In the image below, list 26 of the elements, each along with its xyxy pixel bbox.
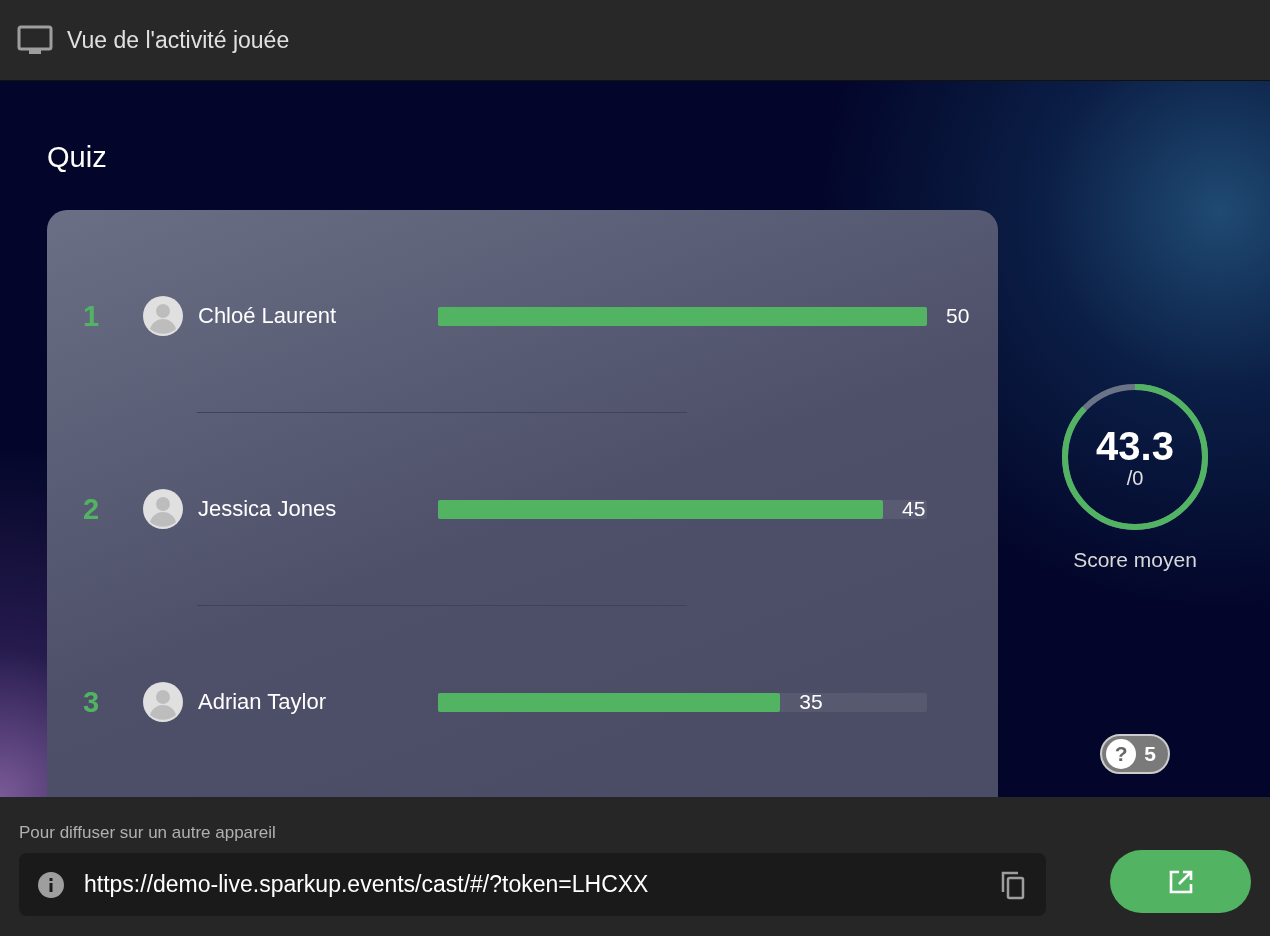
url-field[interactable]: https://demo-live.sparkup.events/cast/#/?token=LHCXX (19, 853, 1046, 916)
question-icon: ? (1106, 739, 1137, 769)
question-count: 5 (1144, 742, 1156, 766)
player-score: 35 (799, 689, 823, 714)
rank-number: 3 (83, 685, 101, 719)
avatar-icon (143, 682, 183, 722)
avatar-icon (143, 489, 183, 529)
average-label: Score moyen (1073, 548, 1197, 572)
player-name: Chloé Laurent (198, 303, 338, 329)
copy-icon[interactable] (1000, 869, 1026, 900)
player-name: Adrian Taylor (198, 689, 327, 715)
average-score: 43.3 (1096, 425, 1174, 467)
open-external-icon (1167, 868, 1194, 895)
rank-number: 1 (83, 299, 101, 333)
monitor-icon (17, 25, 53, 55)
activity-title: Quiz (47, 141, 108, 175)
page-title: Vue de l'activité jouée (67, 26, 290, 54)
cast-label: Pour diffuser sur un autre appareil (19, 823, 277, 843)
player-score: 50 (946, 303, 970, 328)
info-icon (37, 870, 65, 899)
player-name: Jessica Jones (198, 496, 338, 522)
cast-url: https://demo-live.sparkup.events/cast/#/?token=LHCXX (84, 871, 650, 898)
avatar-icon (143, 296, 183, 336)
rank-number: 2 (83, 492, 101, 526)
player-score: 45 (902, 496, 926, 521)
max-score: /0 (1126, 467, 1144, 489)
